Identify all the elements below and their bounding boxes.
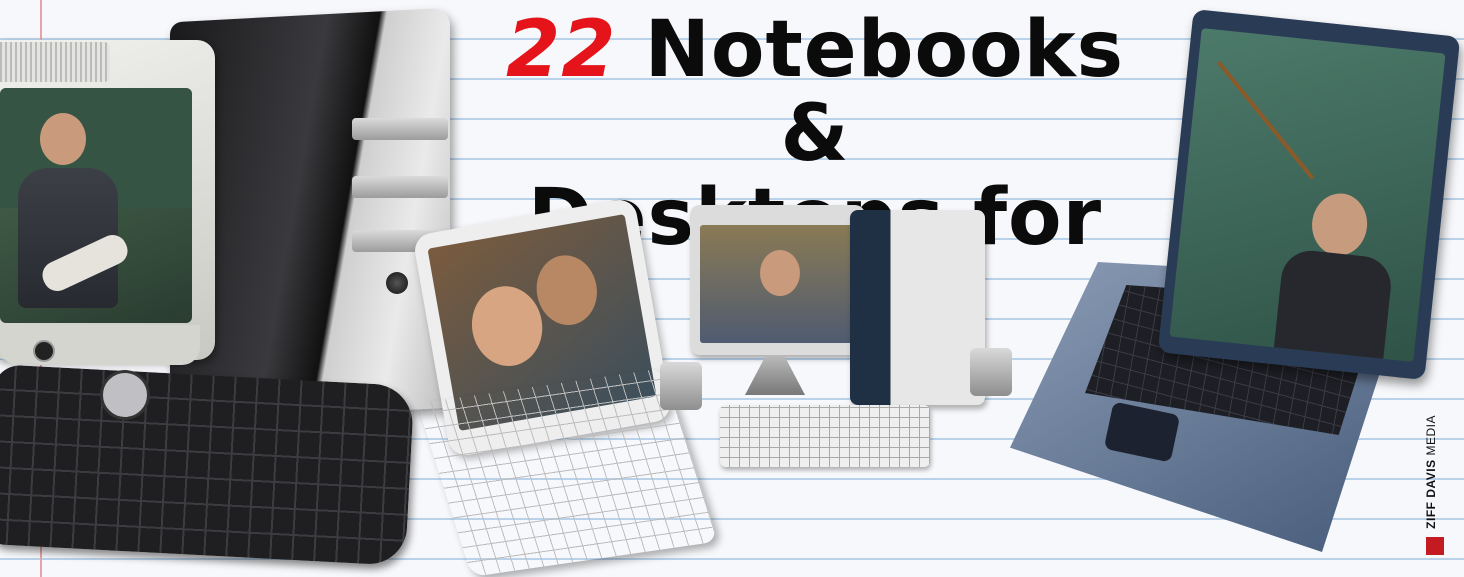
notebook-screen-teacher-photo	[1169, 28, 1446, 362]
white-keyboard	[720, 405, 930, 467]
speaker-left	[660, 362, 702, 410]
monitor-power-button	[33, 340, 55, 362]
student-face	[531, 250, 603, 330]
desktop-tower-silver	[850, 210, 985, 405]
publisher-name: ZIFF DAVIS MEDIA	[1424, 415, 1438, 529]
pointer-stick	[1216, 60, 1315, 180]
teacher-body	[1272, 247, 1394, 362]
headline-line1: Notebooks &	[644, 5, 1125, 179]
tower-power-button	[386, 272, 408, 294]
ad-banner: 22 Notebooks & Desktops for Fall	[0, 0, 1464, 577]
headline-number: 22	[505, 5, 617, 95]
speaker-right	[970, 348, 1012, 396]
teacher-head	[1309, 190, 1371, 259]
teacher-head	[40, 113, 86, 165]
ziff-davis-logo-icon	[1426, 537, 1444, 555]
monitor-speaker-grille	[0, 42, 110, 82]
publisher-name-regular: MEDIA	[1424, 415, 1438, 456]
optical-drive-bay	[352, 176, 448, 198]
crt-screen-classroom-photo	[0, 88, 192, 323]
student-face	[760, 250, 800, 296]
lcd-screen-classroom-photo	[700, 225, 855, 343]
optical-drive-bay	[352, 118, 448, 140]
keyboard-navigation-dial	[100, 370, 150, 420]
publisher-name-bold: ZIFF DAVIS	[1424, 459, 1438, 529]
monitor-stand	[745, 355, 805, 395]
monitor-bezel-bottom	[0, 325, 200, 365]
publisher-mark: ZIFF DAVIS MEDIA	[1424, 360, 1446, 555]
black-keyboard	[0, 364, 415, 566]
